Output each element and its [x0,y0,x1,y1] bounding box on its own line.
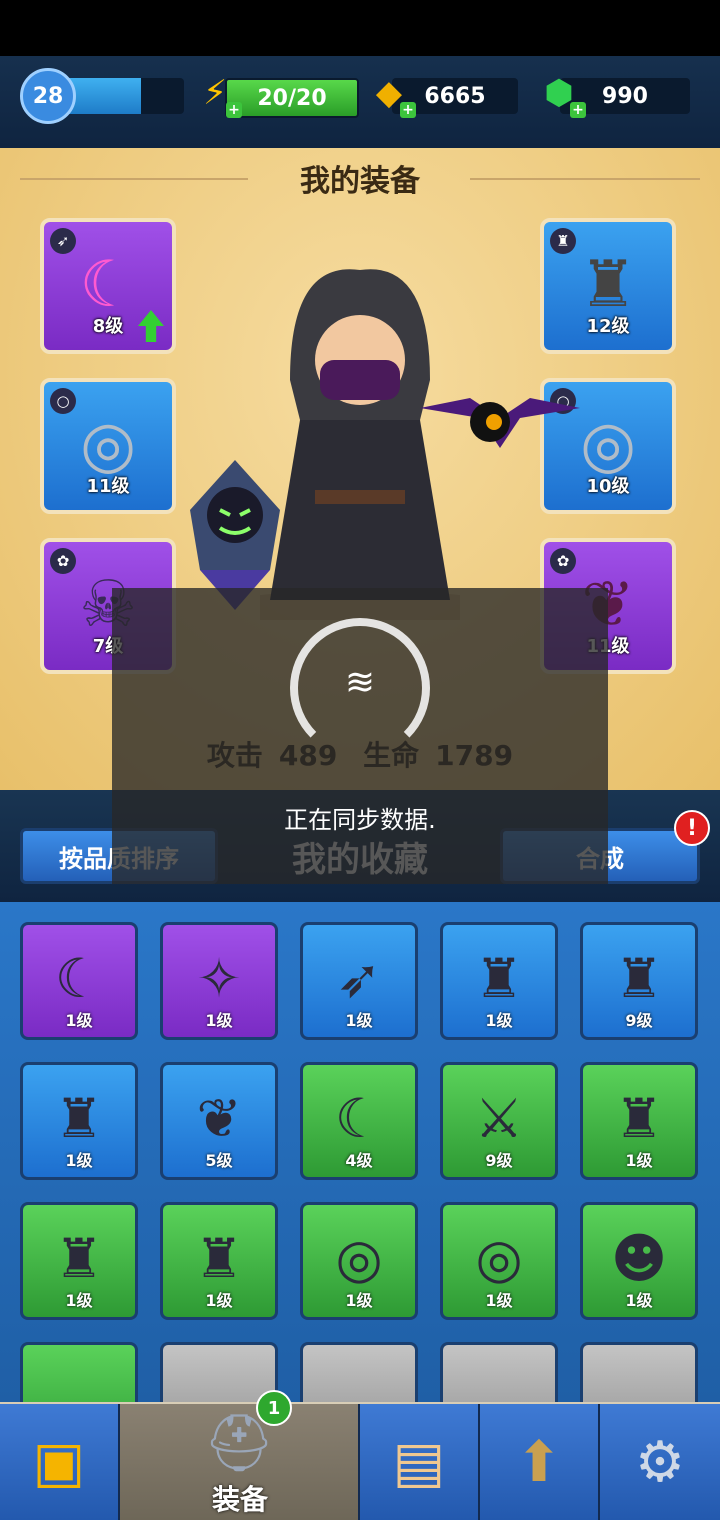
gear-icon: ⚙ [634,1429,686,1495]
collection-item[interactable]: ⚔ 9级 [440,1062,558,1180]
collection-item[interactable]: ☾ 1级 [20,922,138,1040]
item-level: 1级 [345,1291,373,1310]
lightning-icon[interactable]: ⚡ + [192,70,242,118]
item-level: 1级 [205,1011,233,1030]
tab-upgrade[interactable]: ⬆ [480,1404,600,1520]
item-level: 4级 [345,1151,373,1170]
equip-slot-weapon[interactable]: ➶ ☾ 8级 [40,218,176,354]
collection-item[interactable]: ➶ 1级 [300,922,418,1040]
collection-item[interactable] [580,1342,698,1402]
upgrade-shield-icon: ⬆ [515,1429,563,1495]
collection-item[interactable] [440,1342,558,1402]
item-level: 1级 [65,1151,93,1170]
xp-bar [62,78,184,114]
add-gold-icon[interactable]: + [400,102,416,118]
collection-item[interactable]: ♜ 1级 [580,1062,698,1180]
item-level: 1级 [625,1151,653,1170]
collection-item[interactable]: ✧ 1级 [160,922,278,1040]
collection-item[interactable] [300,1342,418,1402]
equip-level: 10级 [586,476,630,497]
equipment-title: 我的装备 [300,164,420,199]
item-level: 1级 [485,1011,513,1030]
item-level: 1级 [625,1291,653,1310]
collection-item[interactable]: ♜ 1级 [160,1202,278,1320]
collection-item[interactable]: ♜ 9级 [580,922,698,1040]
collection-item[interactable]: ♜ 1级 [440,922,558,1040]
collection-item[interactable]: ◎ 1级 [300,1202,418,1320]
equip-slot-ring-left[interactable]: ○ ◎ 11级 [40,378,176,514]
collection-item[interactable] [160,1342,278,1402]
equip-slot-armor[interactable]: ♜ ♜ 12级 [540,218,676,354]
energy-counter[interactable]: 20/20 [225,78,359,118]
equip-level: 12级 [586,316,630,337]
add-gem-icon[interactable]: + [570,102,586,118]
item-level: 1级 [65,1291,93,1310]
tab-chest[interactable]: ▣ [0,1404,120,1520]
bat-pet-figure [420,398,580,448]
collection-item[interactable]: ♜ 1级 [20,1062,138,1180]
map-icon: ▤ [392,1429,446,1495]
collection-item[interactable]: ◎ 1级 [440,1202,558,1320]
item-level: 9级 [485,1151,513,1170]
wifi-icon: ≋ [344,662,376,703]
collection-grid: ☾ 1级 ✧ 1级 ➶ 1级 ♜ 1级 ♜ 9级 ♜ 1级 ❦ 5级 ☾ 4级 ⚔ 9级 ♜ 1级 ♜ 1级 ♜ 1级 ◎ 1级 ◎… [0,902,720,1402]
tab-equipment-badge: 1 [256,1390,292,1426]
collection-item[interactable]: ❦ 5级 [160,1062,278,1180]
chest-icon: ▣ [32,1429,86,1495]
collection-item[interactable]: ☾ 4级 [300,1062,418,1180]
equip-level: 11级 [86,476,130,497]
tab-map[interactable]: ▤ [360,1404,480,1520]
item-level: 1级 [205,1291,233,1310]
item-level: 1级 [65,1011,93,1030]
collection-item[interactable] [20,1342,138,1402]
gold-ticket-icon[interactable]: ◆ + [366,70,416,118]
collection-item[interactable]: ☻ 1级 [580,1202,698,1320]
item-level: 5级 [205,1151,233,1170]
green-gem-icon[interactable]: ⬢ + [536,70,586,118]
collection-item[interactable]: ♜ 1级 [20,1202,138,1320]
item-level: 1级 [485,1291,513,1310]
player-level-badge[interactable]: 28 [20,68,76,124]
add-energy-icon[interactable]: + [226,102,242,118]
item-level: 1级 [345,1011,373,1030]
sync-status-text: 正在同步数据. [284,806,436,834]
tab-equipment-label: 装备 [211,1483,268,1516]
item-level: 9级 [625,1011,653,1030]
status-bar [0,0,720,56]
tab-settings[interactable]: ⚙ [600,1404,720,1520]
